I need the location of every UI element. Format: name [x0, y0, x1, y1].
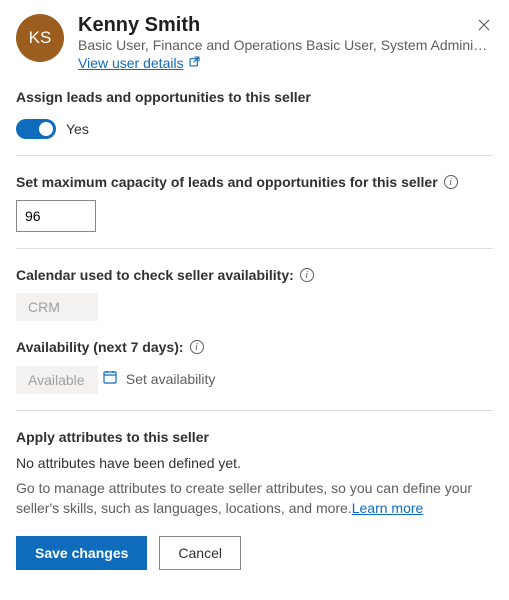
header-text-block: Kenny Smith Basic User, Finance and Oper… — [78, 14, 493, 71]
info-icon[interactable]: i — [300, 268, 314, 282]
panel-header: KS Kenny Smith Basic User, Finance and O… — [16, 14, 493, 71]
attributes-section: Apply attributes to this seller No attri… — [16, 429, 493, 518]
attributes-title: Apply attributes to this seller — [16, 429, 493, 445]
close-button[interactable] — [473, 14, 495, 39]
availability-value: Available — [16, 366, 98, 394]
save-button[interactable]: Save changes — [16, 536, 147, 570]
info-icon[interactable]: i — [444, 175, 458, 189]
view-user-details-link[interactable]: View user details — [78, 55, 201, 71]
cancel-button[interactable]: Cancel — [159, 536, 241, 570]
learn-more-link[interactable]: Learn more — [352, 500, 424, 516]
availability-section: Availability (next 7 days): i Available … — [16, 339, 493, 394]
footer-actions: Save changes Cancel — [16, 536, 493, 570]
calendar-section: Calendar used to check seller availabili… — [16, 267, 493, 321]
assign-section: Assign leads and opportunities to this s… — [16, 89, 493, 139]
divider — [16, 155, 493, 156]
capacity-title: Set maximum capacity of leads and opport… — [16, 174, 438, 190]
capacity-input[interactable] — [16, 200, 96, 232]
attributes-empty-text: No attributes have been defined yet. — [16, 455, 493, 471]
capacity-section: Set maximum capacity of leads and opport… — [16, 174, 493, 232]
set-availability-link[interactable]: Set availability — [102, 369, 216, 388]
calendar-title: Calendar used to check seller availabili… — [16, 267, 294, 283]
assign-title: Assign leads and opportunities to this s… — [16, 89, 493, 105]
user-roles: Basic User, Finance and Operations Basic… — [78, 37, 493, 53]
avatar: KS — [16, 14, 64, 62]
calendar-icon — [102, 369, 118, 388]
availability-title: Availability (next 7 days): — [16, 339, 184, 355]
assign-toggle[interactable] — [16, 119, 56, 139]
divider — [16, 248, 493, 249]
user-name: Kenny Smith — [78, 14, 493, 37]
view-user-details-label: View user details — [78, 55, 184, 71]
avatar-initials: KS — [29, 28, 52, 48]
set-availability-label: Set availability — [126, 371, 216, 387]
assign-toggle-label: Yes — [66, 121, 89, 137]
attributes-hint: Go to manage attributes to create seller… — [16, 479, 493, 518]
open-external-icon — [188, 55, 201, 71]
close-icon — [477, 19, 491, 35]
info-icon[interactable]: i — [190, 340, 204, 354]
divider — [16, 410, 493, 411]
calendar-value: CRM — [16, 293, 98, 321]
